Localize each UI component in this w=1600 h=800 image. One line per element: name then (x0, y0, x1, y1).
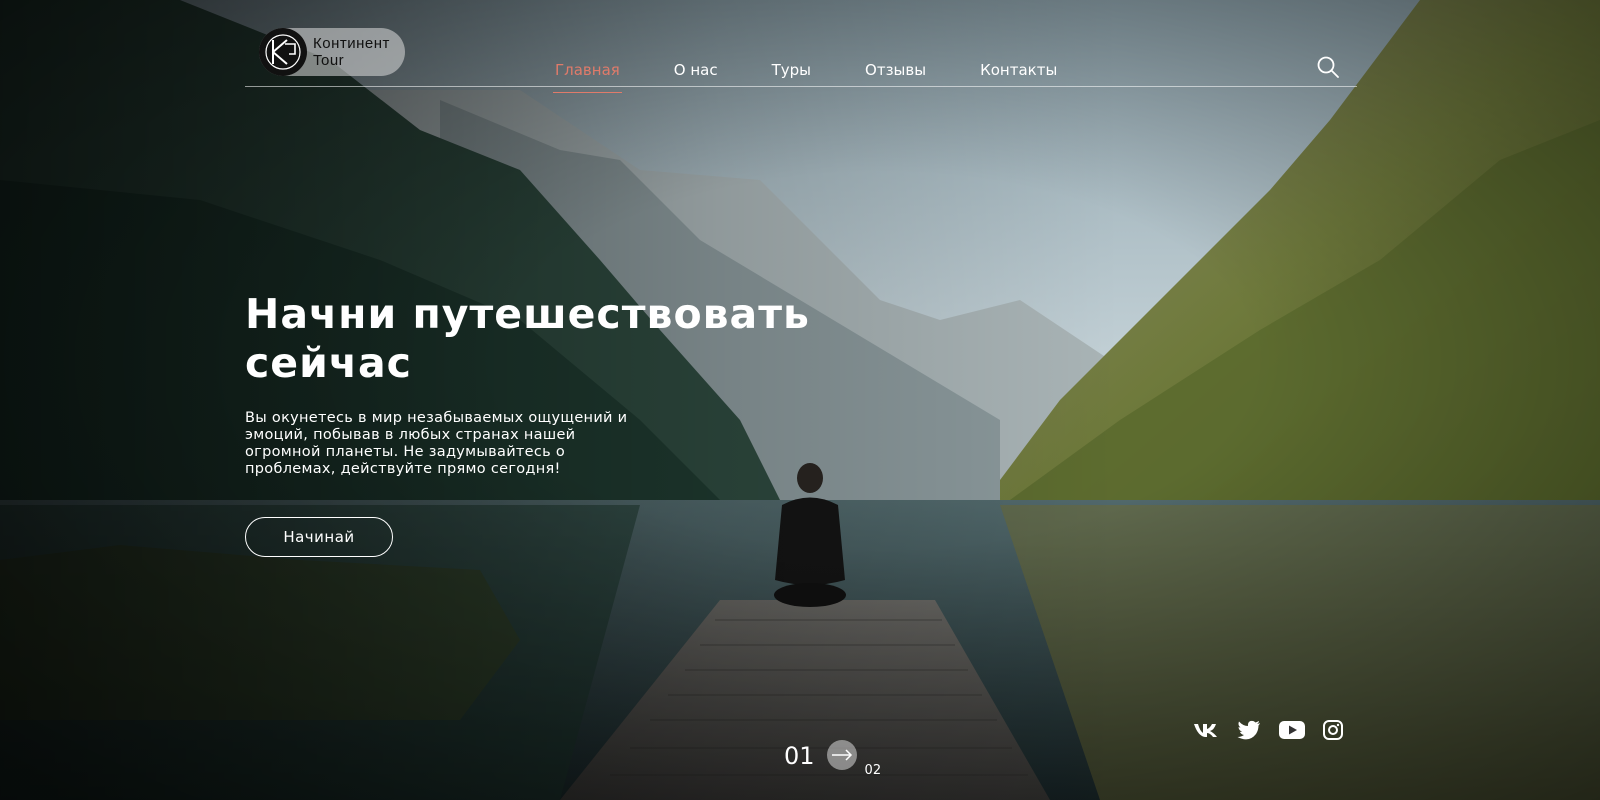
social-links (1193, 720, 1361, 740)
main-nav: Главная О нас Туры Отзывы Контакты (553, 61, 1111, 93)
nav-item-home[interactable]: Главная (553, 61, 622, 93)
hero-overlay (0, 0, 1600, 800)
brand-name-line1: Континент (313, 35, 390, 52)
vk-icon[interactable] (1193, 722, 1219, 738)
hero-section: Континент Tour Главная О нас Туры Отзывы… (0, 0, 1600, 800)
slide-pagination: 01 02 (784, 740, 881, 778)
nav-item-reviews[interactable]: Отзывы (865, 61, 926, 87)
slide-next-button[interactable] (826, 740, 857, 770)
hero-title: Начни путешествовать сейчас (245, 290, 810, 387)
youtube-icon[interactable] (1279, 721, 1305, 739)
search-icon[interactable] (1317, 56, 1339, 78)
brand-name: Континент Tour (313, 35, 390, 69)
nav-item-tours[interactable]: Туры (772, 61, 811, 87)
site-header: Континент Tour Главная О нас Туры Отзывы… (245, 26, 1357, 93)
nav-item-contacts[interactable]: Контакты (980, 61, 1057, 87)
hero-lead-text: Вы окунетесь в мир незабываемых ощущений… (245, 410, 628, 477)
continent-tour-logo-icon (259, 28, 307, 76)
brand-name-line2: Tour (313, 52, 345, 69)
arrow-right-icon (831, 749, 852, 761)
slide-current-number: 01 (784, 742, 815, 770)
nav-item-about[interactable]: О нас (674, 61, 718, 87)
brand-logo[interactable]: Континент Tour (259, 28, 405, 76)
twitter-icon[interactable] (1237, 720, 1261, 740)
instagram-icon[interactable] (1323, 720, 1343, 740)
slide-next-number: 02 (864, 763, 882, 778)
start-button[interactable]: Начинай (245, 517, 393, 557)
